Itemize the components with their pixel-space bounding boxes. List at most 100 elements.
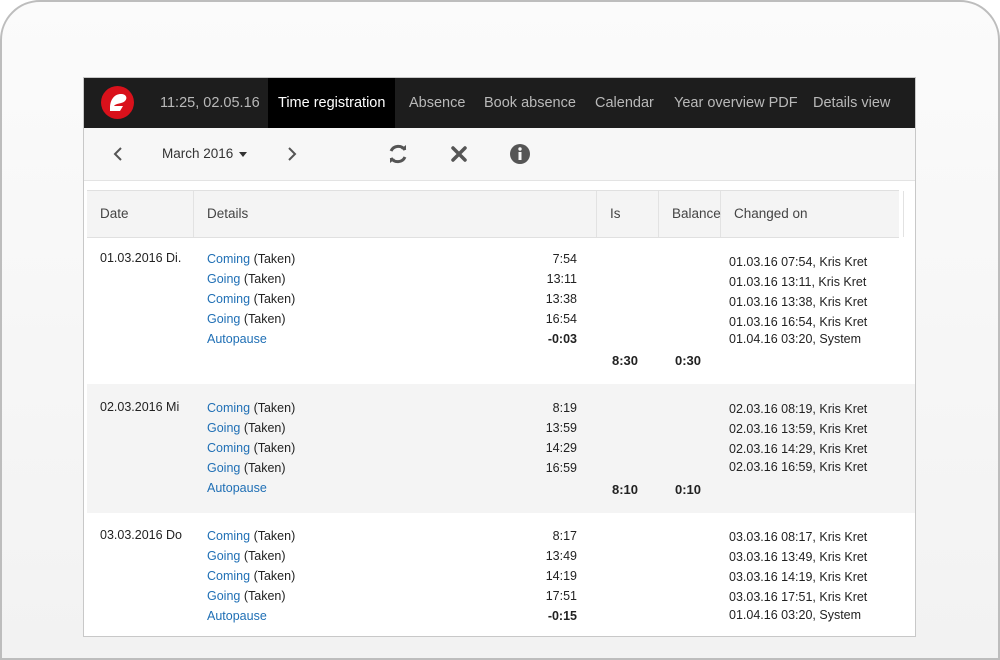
tab-absence[interactable]: Absence	[409, 78, 465, 128]
entry-time: -0:15	[547, 609, 577, 623]
brand-logo-icon[interactable]	[101, 86, 134, 119]
month-label: March 2016	[162, 146, 234, 161]
column-changed-on[interactable]: Changed on	[721, 191, 904, 237]
changed-on: 02.03.16 16:59, Kris Kret	[729, 460, 868, 474]
close-icon[interactable]	[447, 142, 471, 166]
tab-calendar[interactable]: Calendar	[595, 78, 654, 128]
entry-kind-link[interactable]: Coming	[207, 441, 250, 455]
entry: Coming (Taken)	[207, 566, 295, 586]
entry-time: 13:38	[545, 292, 577, 306]
entry-kind-link[interactable]: Autopause	[207, 609, 267, 623]
entry-status: (Taken)	[243, 549, 286, 563]
entry: Going (Taken)	[207, 309, 286, 329]
changed-on: 02.03.16 08:19, Kris Kret	[729, 402, 868, 416]
entry: Autopause	[207, 329, 267, 349]
tab-time-registration[interactable]: Time registration	[268, 78, 396, 128]
entry-status: (Taken)	[253, 569, 296, 583]
month-selector[interactable]: March 2016	[162, 146, 248, 161]
column-is[interactable]: Is	[597, 191, 659, 237]
entry-kind-link[interactable]: Coming	[207, 292, 250, 306]
info-icon[interactable]	[508, 142, 532, 166]
entry-time: -0:03	[547, 332, 577, 346]
changed-on: 01.03.16 13:38, Kris Kret	[729, 295, 868, 309]
changed-on: 01.03.16 07:54, Kris Kret	[729, 255, 868, 269]
entry-time: 7:54	[552, 252, 577, 266]
entry-time: 14:29	[545, 441, 577, 455]
tab-details-view[interactable]: Details view	[813, 78, 890, 128]
day-date: 02.03.2016 Mi	[100, 400, 180, 414]
entry: Coming (Taken)	[207, 398, 295, 418]
entry: Coming (Taken)	[207, 289, 295, 309]
changed-on: 03.03.16 13:49, Kris Kret	[729, 550, 868, 564]
next-month-icon[interactable]	[280, 142, 304, 166]
entry: Autopause	[207, 606, 267, 626]
column-details[interactable]: Details	[194, 191, 597, 237]
entry-kind-link[interactable]: Going	[207, 421, 240, 435]
previous-month-icon[interactable]	[106, 142, 130, 166]
entry: Going (Taken)	[207, 586, 286, 606]
entry-time: 17:51	[545, 589, 577, 603]
entry-kind-link[interactable]: Going	[207, 312, 240, 326]
chevron-down-icon	[239, 151, 248, 157]
entry-kind-link[interactable]: Going	[207, 549, 240, 563]
tab-book-absence[interactable]: Book absence	[484, 78, 576, 128]
entry-status: (Taken)	[243, 312, 286, 326]
column-date[interactable]: Date	[87, 191, 194, 237]
entry: Going (Taken)	[207, 418, 286, 438]
table-row: 02.03.2016 Mi Coming (Taken) Going (Take…	[87, 384, 915, 513]
entry: Going (Taken)	[207, 546, 286, 566]
entry-kind-link[interactable]: Coming	[207, 569, 250, 583]
toolbar: March 2016	[84, 128, 915, 181]
entry-kind-link[interactable]: Going	[207, 272, 240, 286]
entry-time: 16:59	[545, 461, 577, 475]
day-date: 03.03.2016 Do	[100, 528, 183, 542]
entry: Coming (Taken)	[207, 438, 295, 458]
entry-status: (Taken)	[243, 461, 286, 475]
entry-status: (Taken)	[253, 441, 296, 455]
day-balance: 0:30	[675, 353, 702, 368]
entry: Going (Taken)	[207, 458, 286, 478]
day-balance: 0:10	[675, 482, 702, 497]
table-header: Date Details Is Balance Changed on	[87, 190, 904, 238]
table-row: 03.03.2016 Do Coming (Taken) Going (Take…	[87, 513, 915, 636]
entry-status: (Taken)	[253, 529, 296, 543]
top-navigation: 11:25, 02.05.16 Time registration Absenc…	[84, 78, 915, 128]
changed-on: 03.03.16 17:51, Kris Kret	[729, 590, 868, 604]
entry-status: (Taken)	[243, 421, 286, 435]
changed-on: 01.04.16 03:20, System	[729, 608, 862, 622]
entry: Going (Taken)	[207, 269, 286, 289]
entry-status: (Taken)	[253, 401, 296, 415]
entry-time: 14:19	[545, 569, 577, 583]
entry-status: (Taken)	[243, 272, 286, 286]
changed-on: 01.03.16 13:11, Kris Kret	[729, 275, 867, 289]
entry-time: 13:11	[546, 272, 577, 286]
entry-status: (Taken)	[253, 292, 296, 306]
entry-kind-link[interactable]: Going	[207, 461, 240, 475]
changed-on: 01.04.16 03:20, System	[729, 332, 862, 346]
changed-on: 03.03.16 14:19, Kris Kret	[729, 570, 868, 584]
entry-kind-link[interactable]: Coming	[207, 252, 250, 266]
entry-time: 13:59	[545, 421, 577, 435]
day-date: 01.03.2016 Di.	[100, 251, 182, 265]
entry-time: 8:17	[552, 529, 577, 543]
entry-time: 8:19	[552, 401, 577, 415]
entry: Coming (Taken)	[207, 526, 295, 546]
tab-year-overview-pdf[interactable]: Year overview PDF	[674, 78, 798, 128]
entry-time: 16:54	[545, 312, 577, 326]
entry-kind-link[interactable]: Coming	[207, 401, 250, 415]
entry-kind-link[interactable]: Coming	[207, 529, 250, 543]
changed-on: 02.03.16 14:29, Kris Kret	[729, 442, 868, 456]
refresh-icon[interactable]	[386, 142, 410, 166]
entry-kind-link[interactable]: Autopause	[207, 332, 267, 346]
entry-status: (Taken)	[243, 589, 286, 603]
entry-status: (Taken)	[253, 252, 296, 266]
day-is-total: 8:10	[612, 482, 639, 497]
changed-on: 02.03.16 13:59, Kris Kret	[729, 422, 868, 436]
table-row: 01.03.2016 Di. Coming (Taken) Going (Tak…	[87, 237, 915, 384]
entry-kind-link[interactable]: Going	[207, 589, 240, 603]
entry-kind-link[interactable]: Autopause	[207, 481, 267, 495]
app-screen: 11:25, 02.05.16 Time registration Absenc…	[83, 77, 916, 637]
entry-time: 13:49	[545, 549, 577, 563]
entry: Coming (Taken)	[207, 249, 295, 269]
column-balance[interactable]: Balance	[659, 191, 721, 237]
